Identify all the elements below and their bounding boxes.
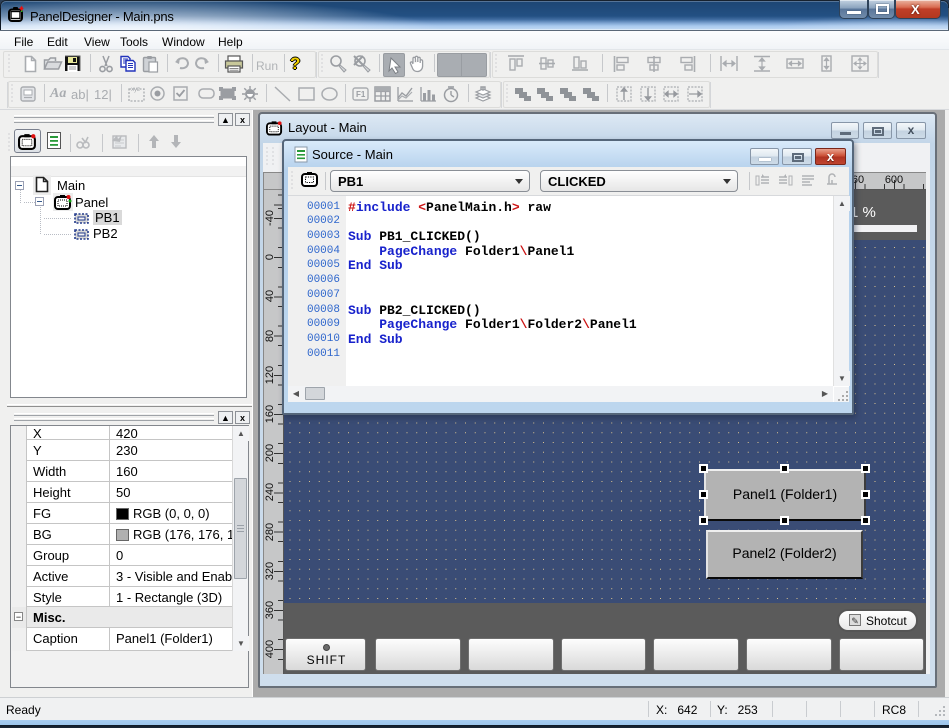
svg-text:xyz: xyz <box>131 87 140 93</box>
svg-text:F1: F1 <box>356 90 366 99</box>
